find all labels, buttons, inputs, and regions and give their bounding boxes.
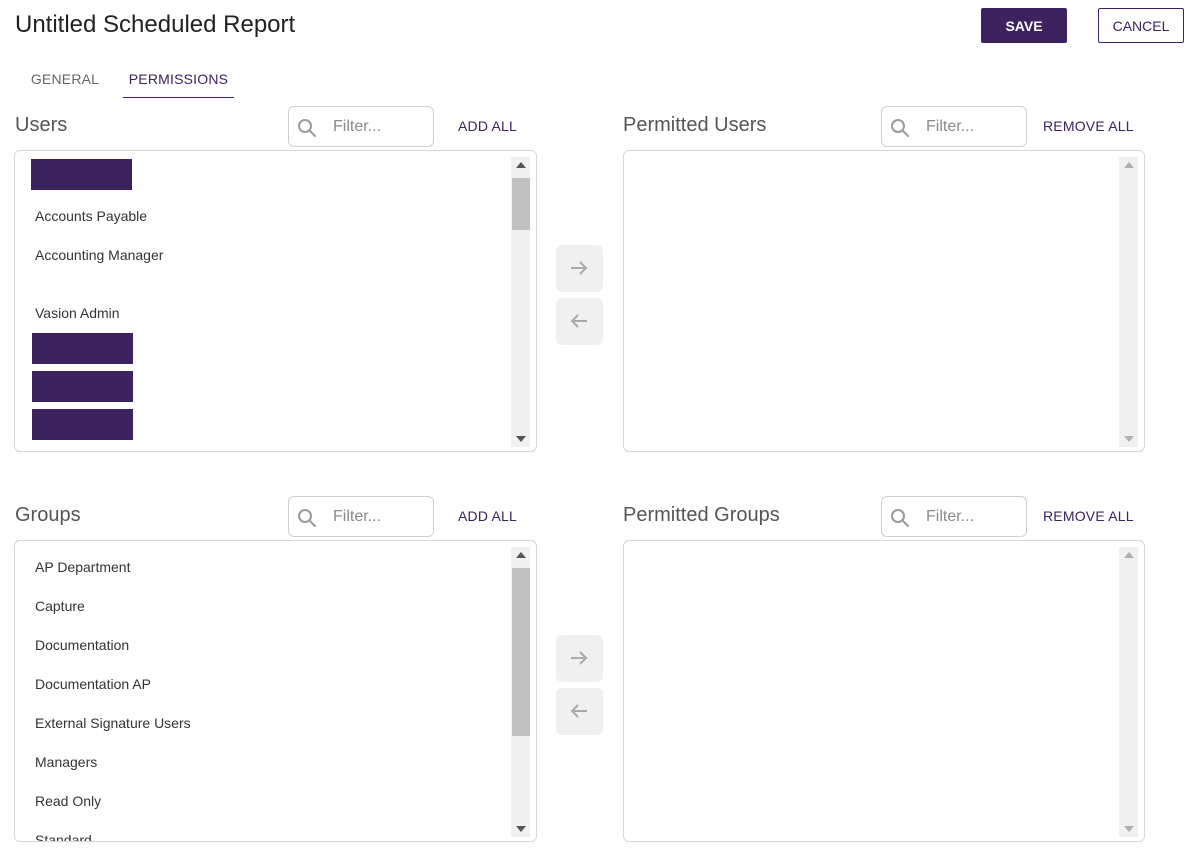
users-filter-input[interactable] xyxy=(333,117,425,137)
permitted-groups-title: Permitted Groups xyxy=(623,504,780,526)
list-item[interactable]: Accounting Manager xyxy=(35,247,163,263)
permitted-groups-filter xyxy=(881,496,1027,537)
permitted-users-scrollbar[interactable] xyxy=(1119,157,1138,447)
users-filter xyxy=(288,106,434,147)
users-list[interactable]: Accounts Payable Accounting Manager Vasi… xyxy=(14,150,537,452)
groups-title: Groups xyxy=(15,504,81,526)
scroll-up-icon[interactable] xyxy=(1124,162,1134,168)
scroll-down-icon[interactable] xyxy=(1124,436,1134,442)
permitted-users-filter xyxy=(881,106,1027,147)
groups-filter-input[interactable] xyxy=(333,507,425,527)
search-icon xyxy=(891,119,909,137)
scroll-down-icon[interactable] xyxy=(516,436,526,442)
permitted-groups-remove-all-button[interactable]: REMOVE ALL xyxy=(1043,508,1134,524)
list-item[interactable]: Documentation xyxy=(35,637,129,653)
add-groups-button[interactable] xyxy=(556,635,603,682)
groups-list[interactable]: AP Department Capture Documentation Docu… xyxy=(14,540,537,842)
permitted-users-list[interactable] xyxy=(623,150,1145,452)
list-item[interactable]: Managers xyxy=(35,754,97,770)
save-button[interactable]: SAVE xyxy=(981,8,1067,43)
search-icon xyxy=(298,119,316,137)
users-scrollbar[interactable] xyxy=(511,157,530,447)
permitted-groups-filter-input[interactable] xyxy=(926,507,1018,527)
groups-filter xyxy=(288,496,434,537)
arrow-right-icon xyxy=(571,261,588,275)
add-users-button[interactable] xyxy=(556,245,603,292)
redacted-user[interactable] xyxy=(32,371,133,402)
groups-scrollbar[interactable] xyxy=(511,547,530,837)
users-title: Users xyxy=(15,114,68,136)
list-item[interactable]: AP Department xyxy=(35,559,130,575)
list-item[interactable]: Documentation AP xyxy=(35,676,151,692)
search-icon xyxy=(891,509,909,527)
permitted-users-filter-input[interactable] xyxy=(926,117,1018,137)
permitted-users-remove-all-button[interactable]: REMOVE ALL xyxy=(1043,118,1134,134)
tab-permissions[interactable]: PERMISSIONS xyxy=(123,71,234,98)
list-item[interactable]: Read Only xyxy=(35,793,101,809)
list-item[interactable]: External Signature Users xyxy=(35,715,191,731)
users-add-all-button[interactable]: ADD ALL xyxy=(458,118,517,134)
remove-users-button[interactable] xyxy=(556,298,603,345)
scroll-up-icon[interactable] xyxy=(516,552,526,558)
list-item[interactable]: Vasion Admin xyxy=(35,305,120,321)
permitted-users-title: Permitted Users xyxy=(623,114,767,136)
scroll-down-icon[interactable] xyxy=(516,826,526,832)
arrow-left-icon xyxy=(570,314,587,328)
arrow-right-icon xyxy=(571,651,588,665)
redacted-user[interactable] xyxy=(31,159,132,190)
tab-general[interactable]: GENERAL xyxy=(30,71,100,98)
scroll-thumb[interactable] xyxy=(512,568,530,736)
permitted-groups-list[interactable] xyxy=(623,540,1145,842)
scroll-up-icon[interactable] xyxy=(1124,552,1134,558)
list-item[interactable]: Standard xyxy=(35,832,92,841)
remove-groups-button[interactable] xyxy=(556,688,603,735)
list-item[interactable]: Accounts Payable xyxy=(35,208,147,224)
groups-add-all-button[interactable]: ADD ALL xyxy=(458,508,517,524)
permitted-groups-scrollbar[interactable] xyxy=(1119,547,1138,837)
scroll-down-icon[interactable] xyxy=(1124,826,1134,832)
page-title: Untitled Scheduled Report xyxy=(15,11,296,38)
scroll-thumb[interactable] xyxy=(512,178,530,230)
search-icon xyxy=(298,509,316,527)
list-item[interactable]: Capture xyxy=(35,598,85,614)
scroll-up-icon[interactable] xyxy=(516,162,526,168)
redacted-user[interactable] xyxy=(32,333,133,364)
redacted-user[interactable] xyxy=(32,409,133,440)
arrow-left-icon xyxy=(570,704,587,718)
cancel-button[interactable]: CANCEL xyxy=(1098,8,1184,43)
